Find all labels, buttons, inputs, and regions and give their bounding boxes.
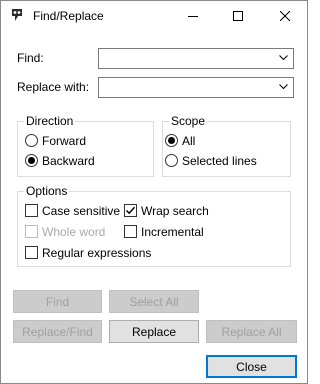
forward-radio[interactable] [25, 134, 38, 147]
scope-group-label: Scope [169, 114, 208, 128]
incremental-label[interactable]: Incremental [141, 225, 204, 239]
replace-combobox[interactable] [98, 77, 294, 98]
direction-group-label: Direction [24, 114, 76, 128]
forward-label[interactable]: Forward [42, 134, 86, 148]
case-sensitive-label[interactable]: Case sensitive [42, 204, 120, 218]
close-icon [280, 11, 290, 21]
select-all-button: Select All [109, 290, 199, 313]
options-group-label: Options [24, 184, 70, 198]
case-sensitive-checkbox[interactable] [25, 204, 38, 217]
incremental-checkbox[interactable] [124, 225, 137, 238]
find-replace-dialog: Find/Replace Find: Replace with: Directi… [0, 0, 308, 384]
replace-input[interactable] [101, 79, 271, 96]
minimize-button[interactable] [171, 1, 215, 31]
backward-label[interactable]: Backward [42, 154, 95, 168]
window-title: Find/Replace [33, 9, 104, 23]
replace-all-button: Replace All [206, 320, 297, 343]
close-window-button[interactable] [263, 1, 307, 31]
direction-group: Direction [17, 114, 154, 177]
backward-radio[interactable] [25, 154, 38, 167]
minimize-icon [188, 16, 198, 17]
chevron-down-icon[interactable] [279, 84, 288, 90]
replace-find-button: Replace/Find [13, 320, 102, 343]
regex-label[interactable]: Regular expressions [42, 246, 151, 260]
replace-button[interactable]: Replace [109, 320, 199, 343]
maximize-button[interactable] [216, 1, 260, 31]
title-bar[interactable]: Find/Replace [1, 1, 307, 32]
scope-group: Scope [162, 114, 291, 177]
find-input[interactable] [101, 50, 271, 67]
chevron-down-icon[interactable] [279, 55, 288, 61]
close-button[interactable]: Close [206, 355, 297, 378]
whole-word-checkbox [25, 225, 38, 238]
replace-label: Replace with: [17, 80, 90, 94]
selected-lines-radio[interactable] [165, 154, 178, 167]
find-label: Find: [17, 51, 44, 65]
maximize-icon [233, 11, 243, 21]
scope-all-radio[interactable] [165, 134, 178, 147]
selected-lines-label[interactable]: Selected lines [182, 154, 257, 168]
checkmark-icon [125, 206, 136, 215]
whole-word-label: Whole word [42, 225, 106, 239]
find-combobox[interactable] [98, 48, 294, 69]
wrap-search-label[interactable]: Wrap search [141, 204, 209, 218]
regex-checkbox[interactable] [25, 246, 38, 259]
wrap-search-checkbox[interactable] [124, 204, 137, 217]
find-button: Find [13, 290, 102, 313]
app-logo-icon [12, 9, 22, 21]
scope-all-label[interactable]: All [182, 134, 195, 148]
